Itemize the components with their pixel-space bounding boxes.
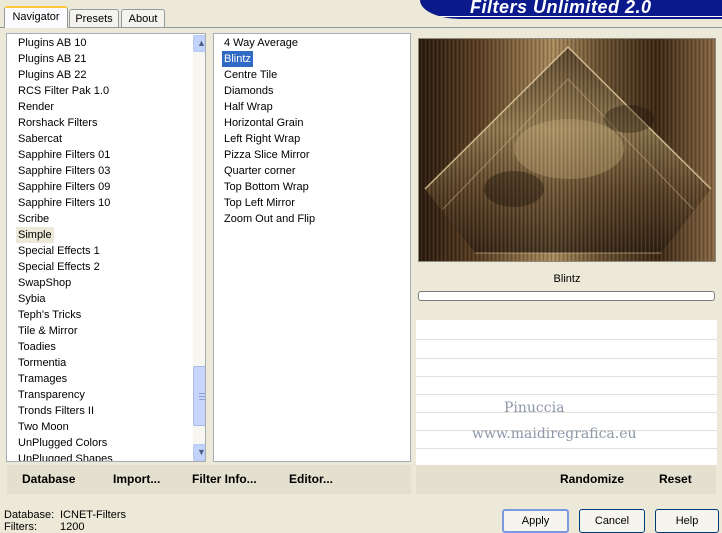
scroll-thumb[interactable] bbox=[193, 366, 205, 426]
progress-bar bbox=[418, 291, 715, 301]
category-item[interactable]: Special Effects 2 bbox=[16, 259, 102, 275]
status-database-label: Database: bbox=[4, 509, 55, 521]
status-filters-value: 1200 bbox=[60, 521, 85, 533]
tab-about[interactable]: About bbox=[121, 9, 165, 27]
filter-item[interactable]: Top Left Mirror bbox=[222, 195, 297, 211]
category-item[interactable]: UnPlugged Colors bbox=[16, 435, 109, 451]
category-item[interactable]: Tramages bbox=[16, 371, 69, 387]
category-item[interactable]: Rorshack Filters bbox=[16, 115, 99, 131]
database-button[interactable]: Database bbox=[22, 472, 75, 486]
filter-item[interactable]: Quarter corner bbox=[222, 163, 298, 179]
category-item[interactable]: UnPlugged Shapes bbox=[16, 451, 115, 461]
apply-button[interactable]: Apply bbox=[502, 509, 569, 533]
watermark-name: Pinuccia bbox=[504, 400, 565, 416]
filter-item[interactable]: Top Bottom Wrap bbox=[222, 179, 311, 195]
category-item[interactable]: Sapphire Filters 10 bbox=[16, 195, 112, 211]
category-item[interactable]: Sapphire Filters 09 bbox=[16, 179, 112, 195]
filter-item[interactable]: Blintz bbox=[222, 51, 253, 67]
filter-item[interactable]: Left Right Wrap bbox=[222, 131, 302, 147]
category-item[interactable]: Transparency bbox=[16, 387, 87, 403]
filter-item[interactable]: Zoom Out and Flip bbox=[222, 211, 317, 227]
status-database-value: ICNET-Filters bbox=[60, 509, 126, 521]
category-item[interactable]: Plugins AB 21 bbox=[16, 51, 89, 67]
cancel-button[interactable]: Cancel bbox=[579, 509, 645, 533]
category-item[interactable]: Scribe bbox=[16, 211, 51, 227]
category-scrollbar[interactable]: ▲ ▼ bbox=[193, 35, 205, 461]
category-item[interactable]: Render bbox=[16, 99, 56, 115]
filter-item[interactable]: Pizza Slice Mirror bbox=[222, 147, 312, 163]
title-banner: Filters Unlimited 2.0 bbox=[420, 0, 722, 19]
help-button[interactable]: Help bbox=[655, 509, 719, 533]
editor-button[interactable]: Editor... bbox=[289, 472, 333, 486]
category-item[interactable]: Sybia bbox=[16, 291, 48, 307]
preview-image bbox=[418, 38, 716, 262]
randomize-button[interactable]: Randomize bbox=[560, 472, 624, 486]
tab-navigator[interactable]: Navigator bbox=[4, 6, 68, 28]
category-item[interactable]: Sabercat bbox=[16, 131, 64, 147]
category-item[interactable]: Special Effects 1 bbox=[16, 243, 102, 259]
category-item[interactable]: Tile & Mirror bbox=[16, 323, 79, 339]
category-item[interactable]: RCS Filter Pak 1.0 bbox=[16, 83, 111, 99]
category-item[interactable]: Two Moon bbox=[16, 419, 71, 435]
category-item[interactable]: Toadies bbox=[16, 339, 58, 355]
list-action-bar: Database Import... Filter Info... Editor… bbox=[7, 465, 411, 494]
filter-item[interactable]: Horizontal Grain bbox=[222, 115, 305, 131]
category-list[interactable]: Plugins AB 10 Plugins AB 21 Plugins AB 22 R… bbox=[6, 33, 206, 462]
category-item[interactable]: Sapphire Filters 03 bbox=[16, 163, 112, 179]
category-item[interactable]: Tormentia bbox=[16, 355, 68, 371]
reset-button[interactable]: Reset bbox=[659, 472, 692, 486]
category-item[interactable]: Sapphire Filters 01 bbox=[16, 147, 112, 163]
category-item[interactable]: Tronds Filters II bbox=[16, 403, 96, 419]
scroll-up-button[interactable]: ▲ bbox=[193, 35, 205, 52]
scroll-down-button[interactable]: ▼ bbox=[193, 444, 205, 461]
category-item[interactable]: Plugins AB 10 bbox=[16, 35, 89, 51]
banner-title: Filters Unlimited 2.0 bbox=[470, 0, 652, 17]
watermark-url: www.maidiregrafica.eu bbox=[472, 426, 637, 442]
category-item[interactable]: Plugins AB 22 bbox=[16, 67, 89, 83]
filter-item[interactable]: 4 Way Average bbox=[222, 35, 300, 51]
tab-presets[interactable]: Presets bbox=[69, 9, 119, 27]
filter-list[interactable]: 4 Way Average Blintz Centre Tile Diamonds Ha… bbox=[213, 33, 411, 462]
filter-caption: Blintz bbox=[418, 268, 716, 290]
parameter-area: Pinuccia www.maidiregrafica.eu bbox=[416, 320, 717, 465]
import-button[interactable]: Import... bbox=[113, 472, 160, 486]
category-item[interactable]: Simple bbox=[16, 227, 54, 243]
filter-item[interactable]: Centre Tile bbox=[222, 67, 279, 83]
status-filters-label: Filters: bbox=[4, 521, 37, 533]
preview-action-bar: Randomize Reset bbox=[416, 465, 716, 494]
category-item[interactable]: SwapShop bbox=[16, 275, 73, 291]
filter-item[interactable]: Half Wrap bbox=[222, 99, 275, 115]
filter-item[interactable]: Diamonds bbox=[222, 83, 276, 99]
category-item[interactable]: Teph's Tricks bbox=[16, 307, 83, 323]
filter-info-button[interactable]: Filter Info... bbox=[192, 472, 257, 486]
